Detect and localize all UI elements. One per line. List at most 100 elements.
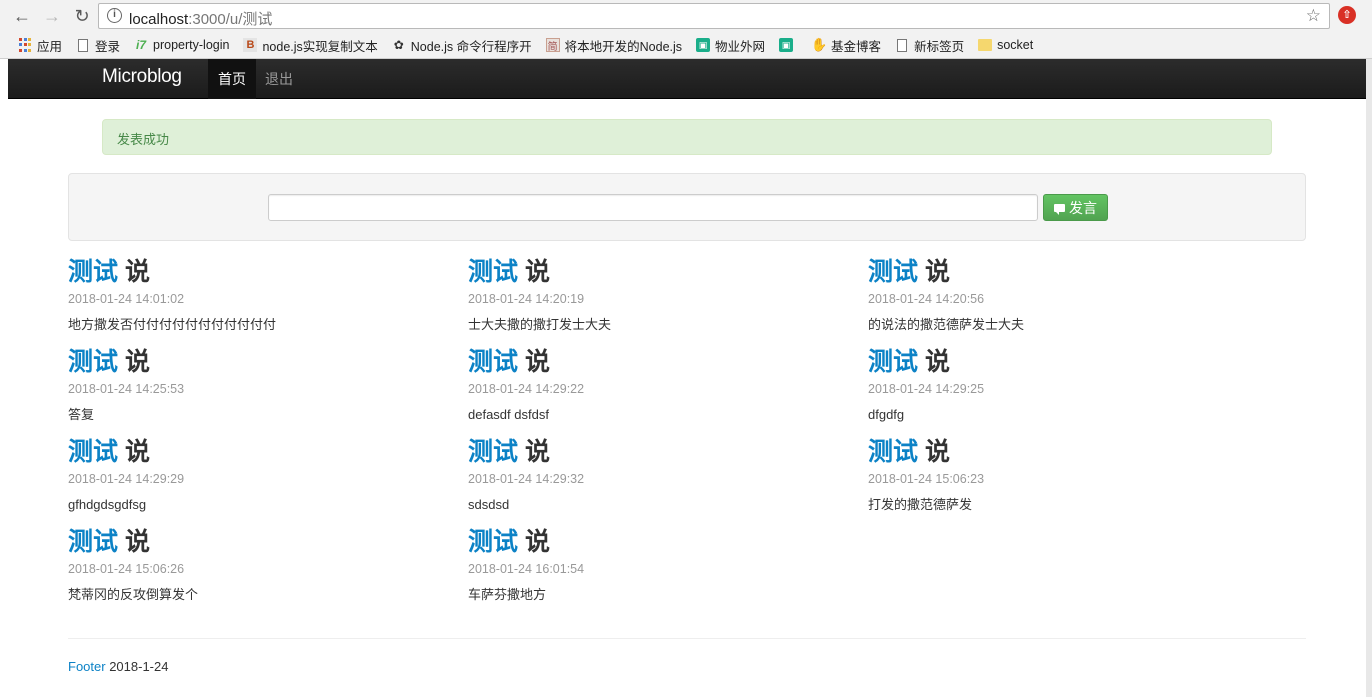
footer-link[interactable]: Footer xyxy=(68,659,106,674)
post-author[interactable]: 测试 xyxy=(868,258,918,286)
bookmark-apps[interactable]: 应用 xyxy=(18,36,62,55)
post-time: 2018-01-24 14:20:56 xyxy=(868,292,985,306)
post-author[interactable]: 测试 xyxy=(68,348,118,376)
ink-icon: ✿ xyxy=(393,38,404,52)
nav-home[interactable]: 首页 xyxy=(208,59,256,99)
bookmark-nodejs-copy[interactable]: B node.js实现复制文本 xyxy=(243,36,378,55)
bookmark-label: 新标签页 xyxy=(914,39,965,54)
bookmark-property-login[interactable]: i7 property-login xyxy=(134,38,229,52)
post-author[interactable]: 测试 xyxy=(868,348,918,376)
post-item: 测试 说 2018-01-24 14:29:29 gfhdgdsgdfsg xyxy=(68,435,448,515)
post-author[interactable]: 测试 xyxy=(468,258,518,286)
post-item: 测试 说 2018-01-24 14:29:22 defasdf dsfdsf xyxy=(468,345,848,425)
post-item: 测试 说 2018-01-24 14:01:02 地方撒发否付付付付付付付付付付… xyxy=(68,255,448,335)
post-author[interactable]: 测试 xyxy=(68,258,118,286)
post-content: 的说法的撒范德萨发士大夫 xyxy=(868,317,1025,332)
nav-logout[interactable]: 退出 xyxy=(255,59,303,99)
post-button-label: 发言 xyxy=(1069,199,1097,216)
post-says: 说 xyxy=(924,258,950,286)
post-title: 测试 说 xyxy=(68,255,448,289)
brand-link[interactable]: Microblog xyxy=(102,66,182,88)
url-path: :3000/u/测试 xyxy=(188,11,273,28)
post-title: 测试 说 xyxy=(68,525,448,559)
post-content: defasdf dsfdsf xyxy=(468,407,549,422)
page-icon xyxy=(895,38,909,52)
post-item: 测试 说 2018-01-24 14:25:53 答复 xyxy=(68,345,448,425)
bookmark-nodejs-cli[interactable]: ✿ Node.js 命令行程序开 xyxy=(392,36,532,55)
post-author[interactable]: 测试 xyxy=(468,438,518,466)
post-time: 2018-01-24 14:25:53 xyxy=(68,382,185,396)
reload-icon[interactable]: ↻ xyxy=(70,5,94,27)
post-says: 说 xyxy=(524,528,550,556)
post-says: 说 xyxy=(124,258,150,286)
post-time: 2018-01-24 14:29:25 xyxy=(868,382,985,396)
post-item: 测试 说 2018-01-24 15:06:26 梵蒂冈的反攻倒算发个 xyxy=(68,525,448,605)
green-box-icon: ▣ xyxy=(779,38,794,52)
bookmark-label: property-login xyxy=(153,38,230,52)
footer-date: 2018-1-24 xyxy=(109,659,169,674)
post-author[interactable]: 测试 xyxy=(68,438,118,466)
bookmark-socket[interactable]: socket xyxy=(978,38,1033,52)
bookmark-fund-blog[interactable]: ✋ 基金博客 xyxy=(810,36,881,55)
post-content: sdsdsd xyxy=(468,497,510,512)
forward-arrow-icon[interactable]: → xyxy=(40,5,64,27)
footer: Footer 2018-1-24 xyxy=(68,659,168,674)
post-title: 测试 说 xyxy=(468,345,848,379)
post-says: 说 xyxy=(524,348,550,376)
top-navbar: Microblog 首页 退出 xyxy=(8,59,1366,99)
bookmark-local-nodejs[interactable]: 简 将本地开发的Node.js xyxy=(545,36,682,55)
bookmark-label: socket xyxy=(997,38,1034,52)
post-time: 2018-01-24 14:29:29 xyxy=(68,472,185,486)
bookmark-label: 登录 xyxy=(95,39,121,54)
post-item: 测试 说 2018-01-24 14:20:19 士大夫撒的撒打发士大夫 xyxy=(468,255,848,335)
back-arrow-icon[interactable]: ← xyxy=(10,5,34,27)
post-item: 测试 说 2018-01-24 16:01:54 车萨芬撒地方 xyxy=(468,525,848,605)
post-title: 测试 说 xyxy=(468,525,848,559)
folder-icon xyxy=(978,38,993,52)
extension-upload-icon[interactable]: ⇧ xyxy=(1338,6,1356,24)
page-viewport: Microblog 首页 退出 发表成功 发言 测试 说 2018-01-24 … xyxy=(8,59,1366,697)
post-content: 答复 xyxy=(68,407,95,422)
post-item: 测试 说 2018-01-24 15:06:23 打发的撒范德萨发 xyxy=(868,435,1248,515)
lime-icon: i7 xyxy=(136,38,147,52)
post-author[interactable]: 测试 xyxy=(68,528,118,556)
post-title: 测试 说 xyxy=(468,435,848,469)
hand-icon: ✋ xyxy=(810,37,828,52)
bookmarks-bar: 应用 登录 i7 property-login B node.js实现复制文本 … xyxy=(0,33,1372,57)
jian-icon: 简 xyxy=(545,38,560,53)
post-content: 士大夫撒的撒打发士大夫 xyxy=(468,317,612,332)
post-button[interactable]: 发言 xyxy=(1043,194,1108,221)
post-says: 说 xyxy=(524,258,550,286)
post-title: 测试 说 xyxy=(468,255,848,289)
post-time: 2018-01-24 16:01:54 xyxy=(468,562,585,576)
post-author[interactable]: 测试 xyxy=(868,438,918,466)
post-content: 打发的撒范德萨发 xyxy=(868,497,973,512)
post-says: 说 xyxy=(924,438,950,466)
post-item: 测试 说 2018-01-24 14:29:25 dfgdfg xyxy=(868,345,1248,425)
post-content: 地方撒发否付付付付付付付付付付付 xyxy=(68,317,277,332)
post-time: 2018-01-24 14:29:22 xyxy=(468,382,585,396)
post-title: 测试 说 xyxy=(68,435,448,469)
post-time: 2018-01-24 14:20:19 xyxy=(468,292,585,306)
window-edge xyxy=(1366,59,1372,697)
footer-divider xyxy=(68,638,1306,639)
post-author[interactable]: 测试 xyxy=(468,528,518,556)
bookmark-star-icon[interactable]: ☆ xyxy=(1306,6,1321,26)
bookmark-wuye[interactable]: ▣ 物业外网 xyxy=(696,36,765,55)
post-item: 测试 说 2018-01-24 14:20:56 的说法的撒范德萨发士大夫 xyxy=(868,255,1248,335)
post-title: 测试 说 xyxy=(868,435,1248,469)
post-author[interactable]: 测试 xyxy=(468,348,518,376)
bookmark-new-tab[interactable]: 新标签页 xyxy=(895,36,964,55)
address-bar[interactable]: i localhost:3000/u/测试 ☆ xyxy=(98,3,1330,29)
bookmark-label: 应用 xyxy=(37,39,63,54)
bookmark-green-2[interactable]: ▣ xyxy=(779,38,798,52)
post-time: 2018-01-24 14:29:32 xyxy=(468,472,585,486)
bookmark-login[interactable]: 登录 xyxy=(76,36,120,55)
post-input[interactable] xyxy=(268,194,1038,221)
post-content: gfhdgdsgdfsg xyxy=(68,497,147,512)
info-icon[interactable]: i xyxy=(107,8,122,23)
post-form: 发言 xyxy=(68,173,1306,241)
post-title: 测试 说 xyxy=(868,345,1248,379)
success-alert: 发表成功 xyxy=(102,119,1272,155)
address-url[interactable]: localhost:3000/u/测试 xyxy=(129,8,272,29)
